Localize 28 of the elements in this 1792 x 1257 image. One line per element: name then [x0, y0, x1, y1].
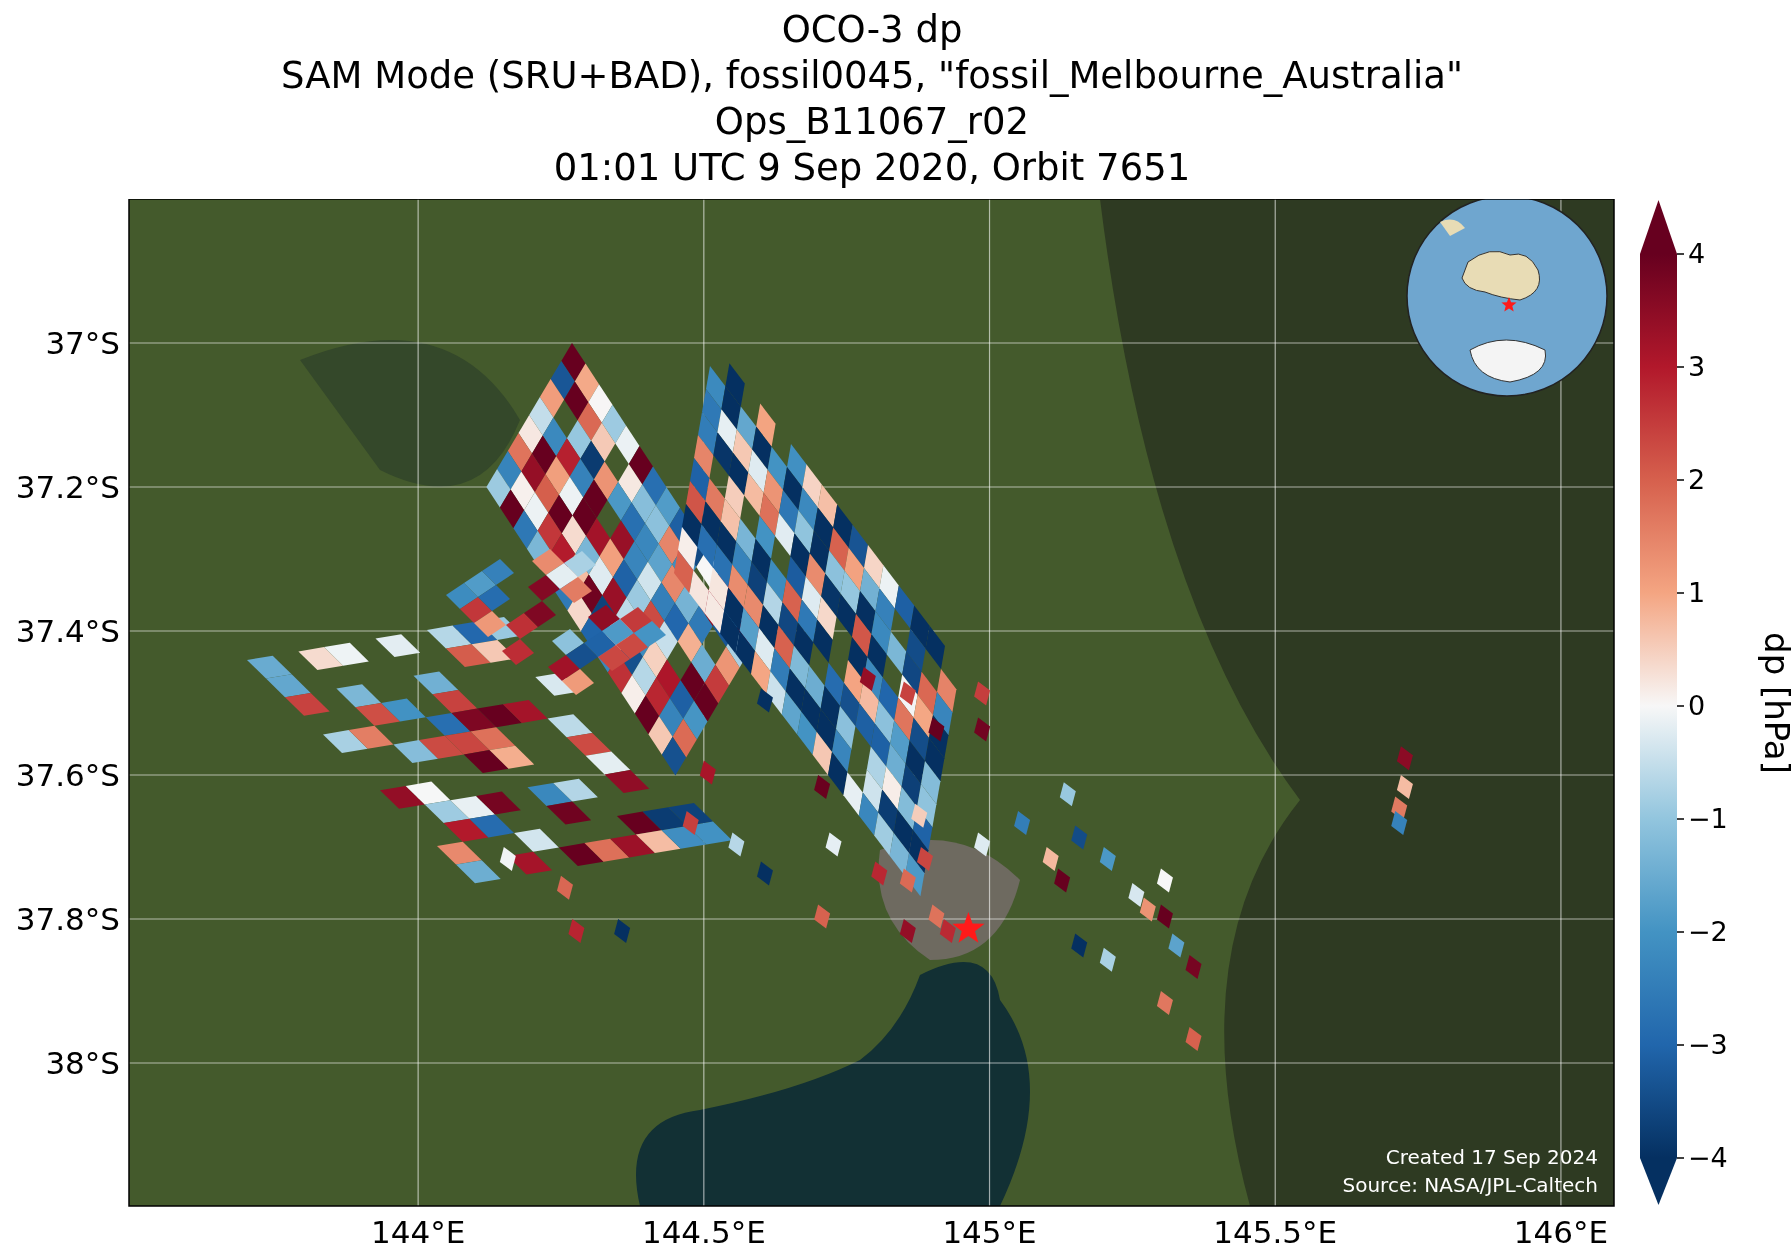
- latitude-tick-label: 37.2°S: [15, 469, 120, 505]
- credit-text: Created 17 Sep 2024: [1385, 1145, 1598, 1169]
- star-marker-icon: [952, 912, 985, 943]
- longitude-tick-label: 145.5°E: [1213, 1214, 1338, 1250]
- longitude-tick-label: 145°E: [942, 1214, 1037, 1250]
- chart-title: 01:01 UTC 9 Sep 2020, Orbit 7651: [553, 145, 1191, 191]
- colorbar-tick-label: 2: [1688, 464, 1706, 495]
- colorbar-tick-label: 4: [1688, 238, 1706, 269]
- latitude-tick-label: 37.8°S: [15, 901, 120, 937]
- latitude-tick-label: 37.6°S: [15, 757, 120, 793]
- longitude-tick-label: 144.5°E: [641, 1214, 766, 1250]
- chart-title: Ops_B11067_r02: [714, 99, 1030, 145]
- colorbar-tick-label: −1: [1688, 803, 1728, 834]
- longitude-tick-label: 146°E: [1513, 1214, 1609, 1250]
- colorbar-tick-label: 3: [1688, 351, 1706, 382]
- colorbar-tick-label: 1: [1688, 577, 1706, 608]
- chart-title: OCO-3 dp: [781, 7, 963, 53]
- latitude-tick-label: 37.4°S: [15, 613, 120, 649]
- latitude-tick-label: 37°S: [45, 325, 120, 361]
- chart-title: SAM Mode (SRU+BAD), fossil0045, "fossil_Melbourne_Australia": [281, 53, 1463, 99]
- credit-text: Source: NASA/JPL-Caltech: [1342, 1173, 1598, 1197]
- colorbar-tick-label: −4: [1688, 1142, 1728, 1173]
- colorbar-tick-label: 0: [1688, 690, 1706, 721]
- longitude-tick-label: 144°E: [371, 1214, 466, 1250]
- colorbar-tick-label: −2: [1688, 916, 1728, 947]
- latitude-tick-label: 38°S: [45, 1045, 120, 1081]
- colorbar-tick-label: −3: [1688, 1029, 1728, 1060]
- colorbar-label: dp [hPa]: [1757, 632, 1792, 774]
